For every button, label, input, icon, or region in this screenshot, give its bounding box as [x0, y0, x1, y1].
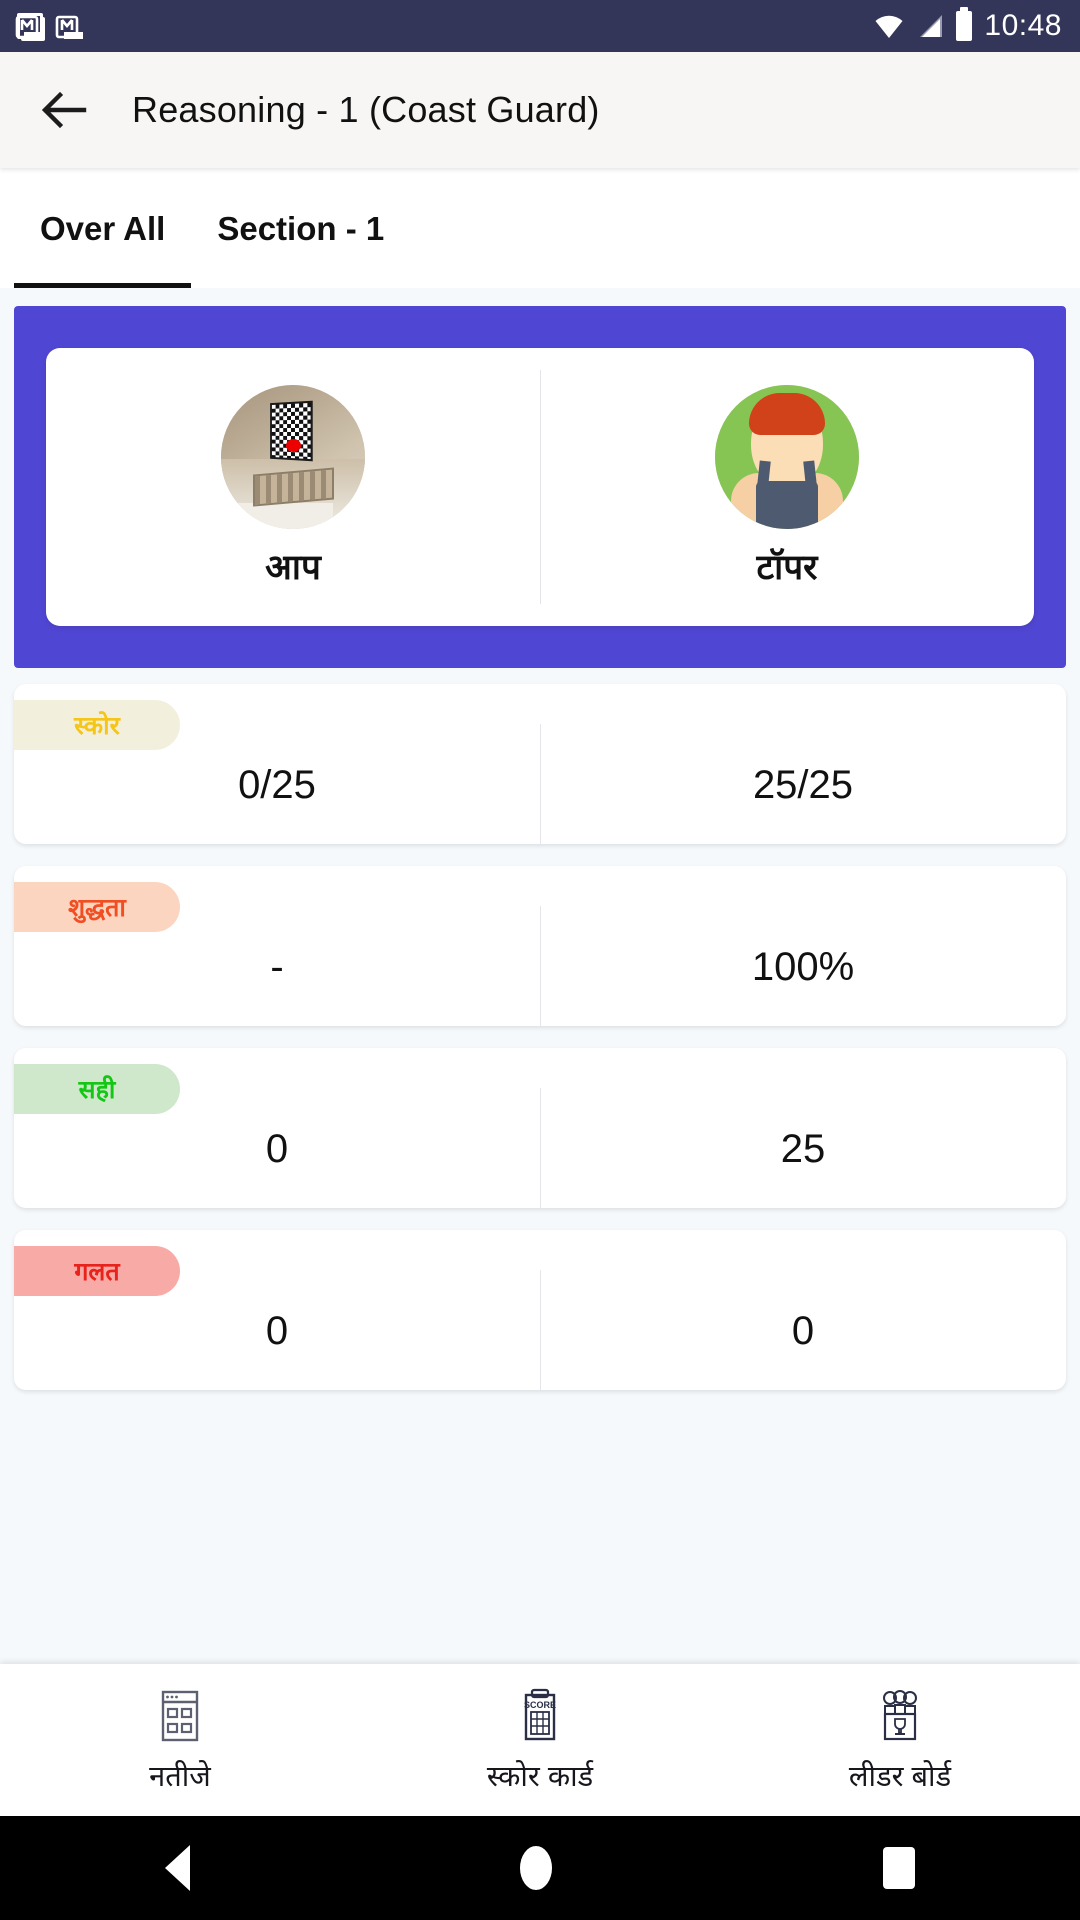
bottom-nav-item-leader-board[interactable]: लीडर बोर्ड: [720, 1686, 1080, 1795]
system-recents-icon[interactable]: [882, 1847, 915, 1889]
battery-icon: [956, 7, 973, 41]
signal-icon: [920, 15, 943, 37]
stat-value-topper: 25/25: [540, 724, 1066, 844]
bottom-nav-item-results[interactable]: नतीजे: [0, 1686, 360, 1795]
stat-value-you: 0/25: [238, 762, 316, 807]
score-clipboard-icon: SCORE: [524, 1688, 556, 1740]
status-bar-notifications: [14, 10, 86, 42]
wifi-icon: [875, 15, 903, 38]
svg-text:SCORE: SCORE: [524, 1700, 556, 1710]
hero-label-you: आप: [265, 547, 321, 587]
system-navigation-bar: [0, 1816, 1080, 1920]
topper-illustration-avatar[interactable]: [715, 384, 859, 529]
leaderboard-podium-icon: [883, 1689, 917, 1740]
stats-list: स्कोर 0/25 25/25 शुद्धता - 100% सही 0 25…: [0, 668, 1080, 1390]
system-back-icon[interactable]: [165, 1845, 191, 1891]
page-title: Reasoning - 1 (Coast Guard): [132, 89, 600, 130]
bottom-navigation: नतीजे SCORE स्कोर कार्ड लीडर बोर्ड: [0, 1664, 1080, 1816]
comparison-hero-card: आप टॉपर: [14, 306, 1066, 668]
stat-card-wrong: गलत 0 0: [14, 1230, 1066, 1390]
gmail-icon: [54, 10, 86, 42]
tab-over-all[interactable]: Over All: [14, 170, 192, 288]
back-arrow-icon[interactable]: [38, 84, 90, 136]
gmail-icon: [14, 10, 46, 42]
bottom-nav-label-leader-board: लीडर बोर्ड: [848, 1760, 952, 1793]
stat-card-score: स्कोर 0/25 25/25: [14, 684, 1066, 844]
hero-column-topper: टॉपर: [540, 348, 1034, 626]
status-bar-clock: 10:48: [984, 9, 1062, 42]
stat-value-you: 0: [265, 1308, 289, 1353]
status-bar: 10:48: [0, 0, 1080, 52]
stat-value-you: -: [270, 944, 284, 989]
app-bar: Reasoning - 1 (Coast Guard): [0, 52, 1080, 168]
bottom-nav-item-score-card[interactable]: SCORE स्कोर कार्ड: [360, 1686, 720, 1795]
tab-section-1[interactable]: Section - 1: [191, 170, 410, 288]
system-home-icon[interactable]: [520, 1846, 553, 1890]
stat-value-you: 0: [265, 1126, 289, 1171]
results-grid-icon: [161, 1690, 199, 1741]
stat-value-topper: 25: [540, 1088, 1066, 1208]
tab-bar: Over All Section - 1: [0, 168, 1080, 288]
user-photo-avatar[interactable]: [221, 384, 365, 529]
stat-card-accuracy: शुद्धता - 100%: [14, 866, 1066, 1026]
bottom-nav-label-score-card: स्कोर कार्ड: [486, 1760, 594, 1793]
stat-value-topper: 0: [540, 1270, 1066, 1390]
bottom-nav-label-results: नतीजे: [149, 1760, 211, 1793]
status-bar-system-icons: 10:48: [874, 7, 1062, 43]
stat-value-topper: 100%: [540, 906, 1066, 1026]
stat-card-correct: सही 0 25: [14, 1048, 1066, 1208]
hero-label-topper: टॉपर: [756, 547, 818, 587]
hero-column-you: आप: [46, 348, 540, 626]
